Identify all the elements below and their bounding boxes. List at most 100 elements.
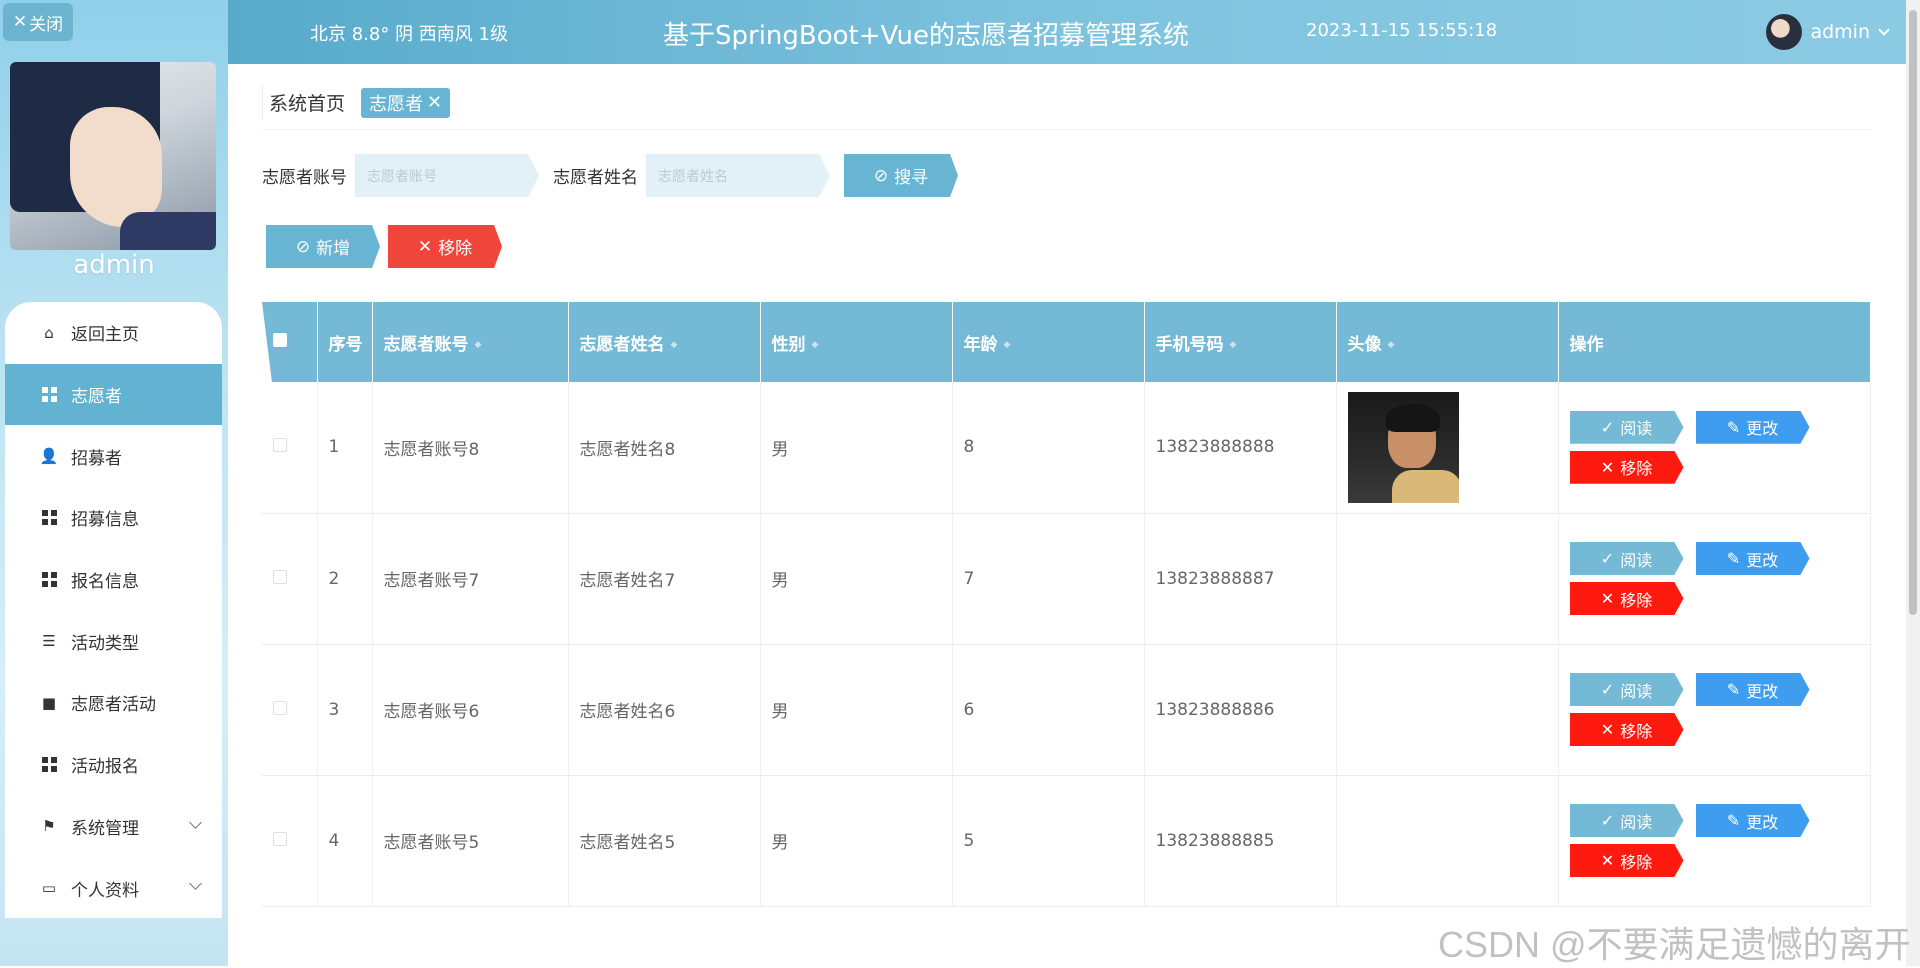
sidebar-item-label: 活动类型 — [71, 633, 139, 654]
sidebar-item-signup-info[interactable]: 报名信息 — [5, 549, 222, 611]
delete-button[interactable]: ✕ 移除 — [1569, 450, 1684, 484]
read-button[interactable]: ✓ 阅读 — [1569, 804, 1684, 837]
sidebar-item-recruiters[interactable]: 👤 招募者 — [5, 425, 222, 487]
table-row: 4 志愿者账号5 志愿者姓名5 男 5 13823888885 ✓ 阅读 ✎ 更改 … — [262, 775, 1871, 907]
cell-age: 8 — [952, 382, 1145, 514]
read-button[interactable]: ✓ 阅读 — [1569, 410, 1684, 444]
read-button[interactable]: ✓ 阅读 — [1569, 673, 1684, 706]
sidebar-avatar — [10, 62, 216, 250]
sort-icon[interactable]: ◆ — [1230, 340, 1237, 350]
chevron-down-icon — [189, 877, 202, 891]
grid-icon — [41, 572, 57, 588]
cell-name: 志愿者姓名7 — [568, 513, 761, 645]
select-all-checkbox[interactable] — [273, 333, 287, 347]
sidebar-item-label: 个人资料 — [71, 880, 139, 901]
watermark: CSDN @不要满足遗憾的离开 — [1438, 924, 1911, 965]
select-all-cell[interactable] — [262, 302, 317, 382]
volunteer-avatar-image — [1347, 391, 1459, 503]
action-buttons: ⊘ 新增 ✕ 移除 — [266, 225, 502, 268]
col-header-account[interactable]: 志愿者账号 ◆ — [372, 302, 569, 382]
briefcase-icon: ■ — [41, 693, 57, 712]
edit-button[interactable]: ✎ 更改 — [1695, 804, 1810, 837]
sidebar-item-label: 返回主页 — [71, 325, 139, 346]
cell-name: 志愿者姓名6 — [568, 644, 761, 776]
weather-info: 北京 8.8° 阴 西南风 1级 — [310, 24, 508, 45]
chevron-down-icon — [189, 815, 202, 829]
account-search-input[interactable] — [355, 154, 539, 197]
read-button[interactable]: ✓ 阅读 — [1569, 542, 1684, 575]
sort-icon[interactable]: ◆ — [812, 340, 819, 350]
sidebar-item-activity-signup[interactable]: 活动报名 — [5, 734, 222, 796]
grid-icon — [41, 387, 57, 403]
edit-icon: ✎ — [1726, 811, 1741, 830]
row-checkbox[interactable] — [273, 569, 287, 584]
datetime-display: 2023-11-15 15:55:18 — [1306, 20, 1498, 41]
sliders-icon: ☰ — [42, 632, 56, 651]
sidebar-item-activity-type[interactable]: ☰ 活动类型 — [5, 610, 222, 672]
col-header-phone[interactable]: 手机号码 ◆ — [1144, 302, 1337, 382]
sidebar-item-recruit-info[interactable]: 招募信息 — [5, 487, 222, 549]
close-icon: ✕ — [12, 12, 28, 32]
col-header-no: 序号 — [317, 302, 373, 382]
cell-no: 3 — [317, 644, 373, 776]
close-icon: ✕ — [1600, 720, 1615, 739]
sidebar-item-profile[interactable]: ▭ 个人资料 — [5, 857, 222, 919]
user-menu[interactable]: admin — [1766, 14, 1890, 50]
cell-age: 5 — [952, 775, 1145, 907]
vertical-scrollbar[interactable] — [1906, 0, 1920, 966]
chevron-down-icon — [1878, 24, 1890, 36]
delete-button[interactable]: ✕ 移除 — [1569, 844, 1684, 877]
sidebar-item-volunteers[interactable]: 志愿者 — [5, 363, 222, 426]
name-search-input[interactable] — [646, 154, 830, 197]
row-checkbox[interactable] — [273, 438, 287, 453]
row-checkbox[interactable] — [273, 831, 287, 846]
check-circle-icon: ⊘ — [873, 165, 889, 186]
breadcrumb: 系统首页 志愿者 ✕ — [262, 85, 451, 120]
edit-icon: ✎ — [1726, 417, 1741, 437]
sort-icon[interactable]: ◆ — [1388, 340, 1395, 350]
col-header-avatar[interactable]: 头像 ◆ — [1336, 302, 1559, 382]
sidebar-item-volunteer-activity[interactable]: ■ 志愿者活动 — [5, 672, 222, 734]
sidebar-item-home[interactable]: ⌂ 返回主页 — [5, 302, 222, 364]
close-icon: ✕ — [1600, 589, 1615, 608]
check-icon: ✓ — [1600, 417, 1615, 437]
close-icon[interactable]: ✕ — [427, 92, 442, 113]
row-actions: ✓ 阅读 ✎ 更改 ✕ 移除 — [1569, 673, 1870, 746]
close-sidebar-button[interactable]: ✕ 关闭 — [3, 3, 73, 41]
sort-icon[interactable]: ◆ — [1004, 340, 1011, 350]
breadcrumb-home[interactable]: 系统首页 — [262, 85, 351, 120]
sidebar: ✕ 关闭 admin ⌂ 返回主页 志愿者 👤 招募者 招募信息 报名信息 ☰ … — [0, 0, 228, 966]
cell-phone: 13823888887 — [1144, 513, 1337, 645]
tab-volunteers[interactable]: 志愿者 ✕ — [361, 87, 451, 118]
search-button[interactable]: ⊘ 搜寻 — [844, 154, 958, 197]
sidebar-item-system-management[interactable]: ⚑ 系统管理 — [5, 796, 222, 858]
delete-button[interactable]: ✕ 移除 — [1569, 582, 1684, 615]
cell-phone: 13823888885 — [1144, 775, 1337, 907]
sort-icon[interactable]: ◆ — [671, 340, 678, 350]
grid-icon — [41, 757, 57, 773]
add-button[interactable]: ⊘ 新增 — [266, 225, 380, 268]
avatar — [1766, 14, 1803, 50]
cell-phone: 13823888888 — [1144, 382, 1337, 514]
delete-button[interactable]: ✕ 移除 — [1569, 713, 1684, 746]
check-icon: ✓ — [1600, 811, 1615, 830]
edit-button[interactable]: ✎ 更改 — [1695, 410, 1810, 444]
edit-button[interactable]: ✎ 更改 — [1695, 673, 1810, 706]
sort-icon[interactable]: ◆ — [475, 340, 482, 350]
check-icon: ✓ — [1600, 549, 1615, 568]
add-button-label: 新增 — [316, 239, 351, 259]
cell-phone: 13823888886 — [1144, 644, 1337, 776]
name-label: 志愿者姓名 — [553, 168, 638, 188]
col-header-age[interactable]: 年龄 ◆ — [952, 302, 1145, 382]
edit-button[interactable]: ✎ 更改 — [1695, 542, 1810, 575]
row-checkbox[interactable] — [273, 700, 287, 715]
col-header-name[interactable]: 志愿者姓名 ◆ — [568, 302, 761, 382]
remove-button[interactable]: ✕ 移除 — [388, 225, 502, 268]
scrollbar-thumb[interactable] — [1909, 10, 1917, 615]
close-icon: ✕ — [1600, 457, 1615, 477]
check-icon: ✓ — [1600, 680, 1615, 699]
row-actions: ✓ 阅读 ✎ 更改 ✕ 移除 — [1569, 410, 1870, 484]
cell-name: 志愿者姓名8 — [568, 382, 761, 514]
col-header-gender[interactable]: 性别 ◆ — [760, 302, 953, 382]
close-label: 关闭 — [29, 14, 64, 35]
